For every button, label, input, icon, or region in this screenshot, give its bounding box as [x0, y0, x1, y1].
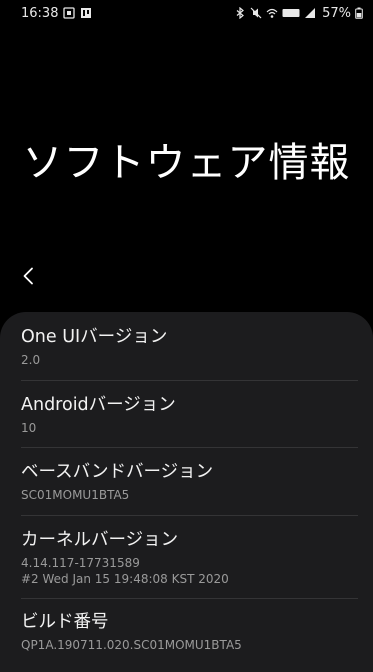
item-value: 10: [21, 421, 37, 435]
divider: [21, 515, 358, 516]
battery-icon: [355, 7, 363, 19]
status-time: 16:38: [21, 5, 59, 21]
item-value: 2.0: [21, 353, 41, 367]
status-left: 16:38: [21, 6, 92, 21]
list-item-kernel-version[interactable]: カーネルバージョン 4.14.117-17731589 #2 Wed Jan 1…: [21, 529, 358, 587]
mute-icon: [250, 7, 262, 19]
item-value: SC01MOMU1BTA5: [21, 488, 130, 502]
back-button[interactable]: [14, 262, 42, 290]
wifi-icon: [266, 7, 278, 19]
list-item-android-version[interactable]: Androidバージョン 10: [21, 394, 358, 436]
status-right: 57%: [234, 6, 363, 21]
list-item-build-number[interactable]: ビルド番号 QP1A.190711.020.SC01MOMU1BTA5: [21, 611, 358, 653]
item-title: One UIバージョン: [21, 327, 168, 347]
divider: [21, 598, 358, 599]
item-title: Androidバージョン: [21, 395, 176, 415]
item-value: QP1A.190711.020.SC01MOMU1BTA5: [21, 638, 242, 652]
item-title: ビルド番号: [21, 612, 109, 632]
item-title: カーネルバージョン: [21, 530, 179, 550]
item-title: ベースバンドバージョン: [21, 462, 214, 482]
list-item-baseband-version[interactable]: ベースバンドバージョン SC01MOMU1BTA5: [21, 461, 358, 503]
page-title: ソフトウェア情報: [22, 140, 351, 186]
signal-icon: [304, 7, 316, 19]
chevron-left-icon: [23, 267, 33, 285]
item-value: 4.14.117-17731589: [21, 556, 140, 570]
image-notification-icon: [63, 7, 76, 19]
bluetooth-icon: [234, 7, 246, 19]
battery-percent: 57%: [322, 5, 351, 21]
software-info-list: One UIバージョン 2.0 Androidバージョン 10 ベースバンドバー…: [0, 312, 373, 672]
media-notification-icon: [80, 7, 92, 19]
list-item-one-ui-version[interactable]: One UIバージョン 2.0: [21, 326, 358, 368]
item-value: #2 Wed Jan 15 19:48:08 KST 2020: [21, 572, 229, 586]
volte-icon: [282, 7, 300, 19]
divider: [21, 447, 358, 448]
status-bar: 16:38 57%: [0, 0, 373, 26]
divider: [21, 380, 358, 381]
